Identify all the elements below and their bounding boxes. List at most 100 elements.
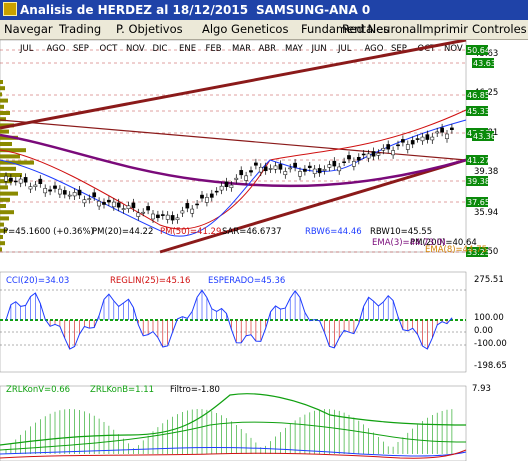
stock-chart[interactable]: JUL AGO SEP OCT NOV DIC ENE FEB MAR ABR MAY JUN JUL A… — [0, 40, 528, 461]
month-label: OCT — [100, 44, 119, 54]
app-icon — [3, 2, 17, 16]
candle-body — [337, 166, 342, 172]
candle-body — [28, 186, 33, 190]
candle-body — [131, 202, 136, 209]
candle-body — [13, 180, 18, 183]
svg-text:41.27: 41.27 — [467, 156, 490, 165]
candle-body — [425, 134, 430, 140]
candle-body — [244, 175, 248, 181]
cci-axis-label: -198.65 — [474, 361, 507, 371]
level-tag: 45.33 — [466, 106, 490, 116]
month-label: JUN — [311, 44, 327, 54]
candle-body — [33, 184, 38, 187]
cci-axis-label: 0.00 — [474, 326, 493, 336]
cci-axis-label: 100.00 — [474, 313, 504, 323]
candle-body — [268, 168, 273, 170]
candle-body — [258, 166, 263, 173]
month-label: AGO — [365, 44, 384, 54]
svg-text:43.63: 43.63 — [473, 59, 496, 68]
candle-body — [185, 203, 190, 209]
candle-body — [23, 177, 28, 183]
month-label: ENE — [179, 44, 196, 54]
candle-body — [219, 185, 224, 191]
level-tag: 46.85 — [466, 90, 490, 100]
window-title: Analisis de HERDEZ al 18/12/2015 — [20, 3, 249, 17]
candle-body — [92, 192, 97, 198]
svg-text:37.65: 37.65 — [467, 198, 490, 207]
cci-label: CCI(20)=34.03 — [6, 276, 69, 286]
cci-axis-label: 275.51 — [474, 275, 504, 285]
candle-body — [97, 200, 101, 207]
candle-body — [322, 169, 327, 171]
zrl-konb-label: ZRLKonB=1.11 — [90, 385, 154, 395]
candle-body — [67, 194, 72, 197]
candle-body — [190, 208, 195, 214]
candle-body — [205, 197, 209, 203]
menu-red-neuronal[interactable]: Red Neuronal — [342, 22, 420, 36]
menu-trading[interactable]: Trading — [59, 22, 101, 36]
level-tag: 50.64 — [466, 45, 490, 55]
menu-controles[interactable]: Controles — [472, 22, 527, 36]
candle-body — [386, 144, 391, 150]
menu-bar: Navegar Trading P. Objetivos Algo Geneti… — [0, 20, 528, 40]
menu-imprimir[interactable]: Imprimir — [419, 22, 468, 36]
month-label: DIC — [153, 44, 168, 54]
month-label: SEP — [73, 44, 89, 54]
svg-text:46.85: 46.85 — [467, 91, 490, 100]
candle-body — [48, 189, 52, 192]
candle-body — [136, 212, 141, 217]
candle-body — [445, 133, 449, 139]
candle-body — [175, 217, 180, 221]
menu-navegar[interactable]: Navegar — [4, 22, 53, 36]
month-label: JUL — [337, 44, 352, 54]
candle-body — [450, 127, 454, 130]
candle-body — [347, 155, 351, 160]
month-label: ABR — [259, 44, 277, 54]
svg-text:43.36: 43.36 — [473, 132, 496, 141]
candle-body — [371, 151, 376, 157]
candle-body — [214, 190, 219, 193]
candle-body — [126, 205, 131, 209]
candle-body — [440, 127, 444, 133]
cci-axis-label: -100.00 — [474, 339, 507, 349]
candle-body — [283, 171, 288, 176]
candle-body — [332, 160, 337, 167]
zrl-panel: ZRLKonV=0.66 ZRLKonB=1.11 Filtro=-1.80 7… — [0, 384, 491, 461]
candle-body — [102, 202, 106, 205]
cci-panel: CCI(20)=34.03 REGLIN(25)=45.16 ESPERADO=… — [0, 271, 507, 373]
candle-body — [273, 165, 278, 170]
candle-body — [239, 170, 244, 176]
menu-p-objetivos[interactable]: P. Objetivos — [116, 22, 183, 36]
candle-body — [62, 190, 67, 195]
month-label: MAR — [232, 44, 251, 54]
info-rbw6: RBW6=44.46 — [305, 227, 362, 237]
filtro-label: Filtro=-1.80 — [170, 385, 220, 395]
candle-body — [415, 138, 420, 140]
candle-body — [435, 131, 440, 134]
candle-body — [58, 188, 62, 195]
month-label: MAY — [285, 44, 303, 54]
candle-body — [376, 152, 381, 156]
candle-body — [151, 213, 155, 220]
price-axis-label: 39.38 — [474, 167, 498, 177]
candle-body — [121, 208, 126, 210]
candle-body — [381, 147, 386, 151]
info-pm20: PM(20)=44.22 — [92, 227, 153, 237]
level-tag: 39.38 — [466, 176, 490, 186]
candle-body — [234, 177, 239, 180]
level-tag: 43.63 — [472, 58, 496, 68]
candle-body — [356, 157, 361, 161]
candle-body — [361, 153, 366, 156]
candle-body — [116, 202, 121, 208]
candle-body — [366, 153, 371, 159]
title-bar: Analisis de HERDEZ al 18/12/2015 SAMSUNG… — [0, 0, 528, 20]
menu-algo-geneticos[interactable]: Algo Geneticos — [202, 22, 288, 36]
candle-body — [312, 168, 317, 174]
candle-body — [254, 162, 258, 166]
candle-body — [420, 136, 425, 142]
candle-body — [200, 194, 204, 199]
candle-body — [263, 166, 268, 172]
candle-body — [249, 170, 253, 173]
esperado-label: ESPERADO=45.36 — [208, 276, 285, 286]
candle-body — [165, 214, 170, 220]
